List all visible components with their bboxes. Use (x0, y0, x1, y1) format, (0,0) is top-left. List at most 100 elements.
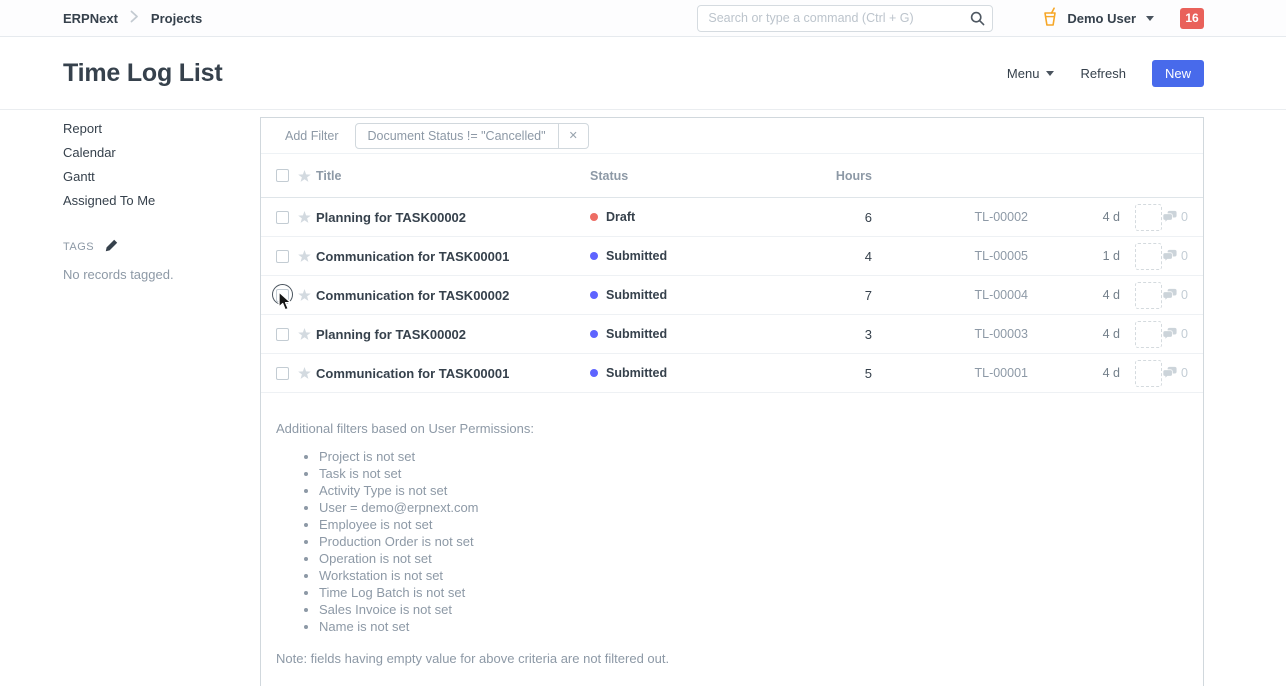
user-permissions-note: Additional filters based on User Permiss… (261, 393, 1203, 686)
star-icon[interactable] (298, 211, 316, 223)
select-all-checkbox[interactable] (276, 169, 289, 182)
star-icon[interactable] (298, 250, 316, 262)
last-modified: 4 d (1028, 210, 1120, 224)
row-title-link[interactable]: Communication for TASK00002 (316, 288, 590, 303)
assign-placeholder[interactable] (1135, 204, 1162, 231)
comments-cell[interactable]: 0 (1162, 366, 1188, 380)
user-menu[interactable]: Demo User (1041, 7, 1154, 30)
column-status: Status (590, 169, 788, 183)
permissions-item: Employee is not set (319, 516, 1188, 533)
permissions-item: Production Order is not set (319, 533, 1188, 550)
sidebar-item-assigned-to-me[interactable]: Assigned To Me (63, 189, 260, 213)
column-title: Title (316, 169, 590, 183)
page-actions: Menu Refresh New (1007, 60, 1204, 87)
caret-down-icon (1146, 16, 1154, 21)
row-checkbox[interactable] (276, 211, 289, 224)
last-modified: 4 d (1028, 288, 1120, 302)
breadcrumb-module-link[interactable]: Projects (151, 11, 202, 26)
row-checkbox[interactable] (276, 289, 289, 302)
record-id-link[interactable]: TL-00001 (872, 366, 1028, 380)
refresh-button[interactable]: Refresh (1080, 66, 1126, 81)
tags-heading: TAGS (63, 241, 94, 253)
search-icon[interactable] (970, 11, 985, 31)
pencil-icon[interactable] (105, 239, 118, 255)
comments-cell[interactable]: 0 (1162, 327, 1188, 341)
row-title-link[interactable]: Communication for TASK00001 (316, 366, 590, 381)
row-title-link[interactable]: Planning for TASK00002 (316, 210, 590, 225)
hours-value: 6 (788, 210, 872, 225)
tags-section-label: TAGS (63, 239, 260, 255)
comment-count: 0 (1181, 288, 1188, 302)
assign-placeholder[interactable] (1135, 360, 1162, 387)
column-hours: Hours (788, 169, 872, 183)
comments-cell[interactable]: 0 (1162, 249, 1188, 263)
status-indicator-dot (590, 252, 598, 260)
tags-empty-text: No records tagged. (63, 267, 260, 282)
last-modified: 1 d (1028, 249, 1120, 263)
navbar: ERPNext Projects Demo User 16 (0, 0, 1286, 37)
permissions-item: Time Log Batch is not set (319, 584, 1188, 601)
permissions-item: Name is not set (319, 618, 1188, 635)
permissions-item: Project is not set (319, 448, 1188, 465)
add-filter-button[interactable]: Add Filter (285, 129, 339, 143)
hours-value: 7 (788, 288, 872, 303)
brand-link[interactable]: ERPNext (63, 11, 118, 26)
sidebar-item-gantt[interactable]: Gantt (63, 165, 260, 189)
row-checkbox[interactable] (276, 328, 289, 341)
comments-cell[interactable]: 0 (1162, 210, 1188, 224)
record-id-link[interactable]: TL-00003 (872, 327, 1028, 341)
assign-placeholder[interactable] (1135, 321, 1162, 348)
hours-value: 4 (788, 249, 872, 264)
remove-filter-button[interactable]: ✕ (558, 124, 588, 148)
status-indicator-dot (590, 291, 598, 299)
record-id-link[interactable]: TL-00005 (872, 249, 1028, 263)
page-body: Report Calendar Gantt Assigned To Me TAG… (0, 110, 1286, 686)
star-icon[interactable] (298, 289, 316, 301)
status-label: Submitted (606, 366, 667, 380)
record-id-link[interactable]: TL-00002 (872, 210, 1028, 224)
comment-count: 0 (1181, 366, 1188, 380)
comments-icon (1162, 288, 1177, 302)
comments-icon (1162, 249, 1177, 263)
row-checkbox[interactable] (276, 250, 289, 263)
star-icon[interactable] (298, 328, 316, 340)
last-modified: 4 d (1028, 366, 1120, 380)
status-indicator-dot (590, 213, 598, 221)
chevron-right-icon (130, 10, 139, 26)
permissions-item: Task is not set (319, 465, 1188, 482)
sidebar-item-report[interactable]: Report (63, 117, 260, 141)
status-cell: Submitted (590, 366, 788, 380)
star-icon[interactable] (298, 367, 316, 379)
new-button[interactable]: New (1152, 60, 1204, 87)
comments-icon (1162, 327, 1177, 341)
row-title-link[interactable]: Communication for TASK00001 (316, 249, 590, 264)
comments-cell[interactable]: 0 (1162, 288, 1188, 302)
row-checkbox[interactable] (276, 367, 289, 380)
assignee-cell (1120, 243, 1162, 270)
user-name: Demo User (1067, 11, 1136, 26)
list-header-row: Title Status Hours (261, 154, 1203, 198)
permissions-heading: Additional filters based on User Permiss… (276, 421, 1188, 436)
row-title-link[interactable]: Planning for TASK00002 (316, 327, 590, 342)
table-row: Communication for TASK00001 Submitted 4 … (261, 237, 1203, 276)
comment-count: 0 (1181, 249, 1188, 263)
sidebar-item-calendar[interactable]: Calendar (63, 141, 260, 165)
notification-badge[interactable]: 16 (1180, 8, 1204, 29)
table-row: Planning for TASK00002 Submitted 3 TL-00… (261, 315, 1203, 354)
assign-placeholder[interactable] (1135, 282, 1162, 309)
assign-placeholder[interactable] (1135, 243, 1162, 270)
active-filter-chip: Document Status != "Cancelled" ✕ (355, 123, 589, 149)
breadcrumb: ERPNext Projects (63, 10, 202, 26)
status-label: Submitted (606, 249, 667, 263)
status-cell: Submitted (590, 249, 788, 263)
menu-button[interactable]: Menu (1007, 66, 1055, 81)
record-id-link[interactable]: TL-00004 (872, 288, 1028, 302)
filter-chip-label[interactable]: Document Status != "Cancelled" (356, 124, 558, 148)
permissions-item: Sales Invoice is not set (319, 601, 1188, 618)
search-input[interactable] (697, 5, 993, 32)
navbar-right: Demo User 16 (697, 5, 1204, 32)
permissions-list: Project is not set Task is not set Activ… (276, 448, 1188, 635)
status-label: Submitted (606, 288, 667, 302)
page-head: Time Log List Menu Refresh New (0, 37, 1286, 110)
juice-cup-icon (1041, 7, 1059, 30)
